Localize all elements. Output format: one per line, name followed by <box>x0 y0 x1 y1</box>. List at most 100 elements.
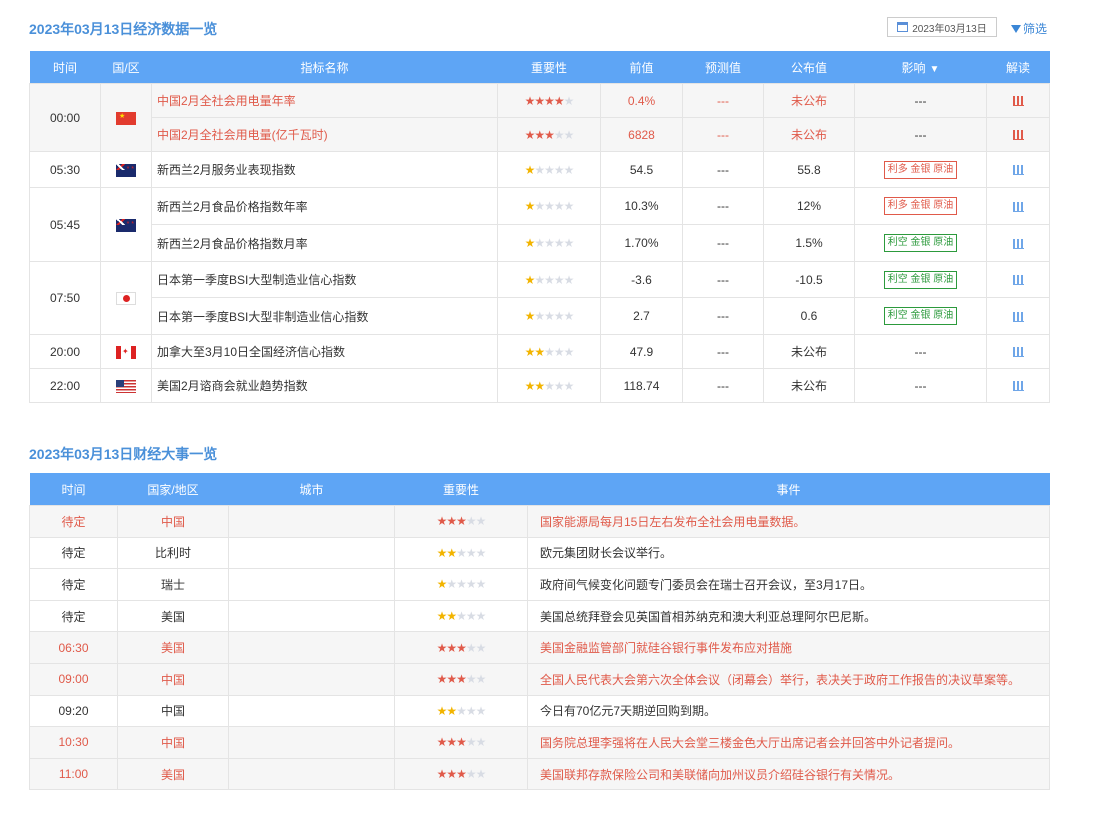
star-icon: ★ <box>475 514 487 529</box>
star-icon: ★ <box>534 162 545 177</box>
impact: 利空 金银 原油 <box>854 261 987 298</box>
star-icon: ★ <box>563 93 575 108</box>
forecast-value: --- <box>682 297 764 335</box>
event-row: 09:00 中国 ★★★★★ 全国人民代表大会第六次全体会议（闭幕会）举行，表决关于政… <box>29 662 1050 696</box>
analysis-cell[interactable] <box>986 151 1050 188</box>
bar-chart-icon[interactable] <box>1012 130 1024 141</box>
col-region: 国/区 <box>100 51 152 84</box>
event-row: 待定 瑞士 ★★★★★ 政府间气候变化问题专门委员会在瑞士召开会议，至3月17日。 <box>29 568 1050 601</box>
star-icon: ★ <box>475 545 487 560</box>
prev-value: 54.5 <box>600 151 683 188</box>
star-icon: ★ <box>544 309 555 323</box>
indicator-name[interactable]: 中国2月全社会用电量(亿千瓦时) <box>151 117 498 152</box>
event-country: 中国 <box>117 662 229 696</box>
bar-chart-icon[interactable] <box>1012 165 1024 176</box>
ca-flag-icon <box>116 345 136 359</box>
importance-stars: ★★★★★ <box>524 378 575 393</box>
indicator-name[interactable]: 新西兰2月服务业表现指数 <box>151 151 498 188</box>
events-table: 时间 国家/地区 城市 重要性 事件 待定 中国 ★★★★★ 国家能源局每月15日左右… <box>29 473 1050 791</box>
star-icon: ★ <box>436 767 448 782</box>
date-value: 2023年03月13日 <box>912 23 987 35</box>
col-impact-label: 影响 <box>901 60 926 75</box>
indicator-name[interactable]: 新西兰2月食品价格指数年率 <box>151 187 498 225</box>
indicator-name[interactable]: 加拿大至3月10日全国经济信心指数 <box>151 334 498 369</box>
star-icon: ★ <box>436 703 448 718</box>
col-name: 指标名称 <box>151 51 498 84</box>
analysis-cell[interactable] <box>986 334 1050 369</box>
star-icon: ★ <box>446 577 457 592</box>
star-icon: ★ <box>465 703 477 718</box>
bar-chart-icon[interactable] <box>1012 201 1024 212</box>
event-country: 中国 <box>117 505 229 538</box>
actual-value: 55.8 <box>763 151 855 188</box>
indicator-name[interactable]: 日本第一季度BSI大型制造业信心指数 <box>151 261 498 298</box>
star-icon: ★ <box>524 344 536 359</box>
forecast-value: --- <box>682 224 764 262</box>
event-country: 美国 <box>117 757 229 791</box>
bar-chart-icon[interactable] <box>1012 381 1024 392</box>
event-row: 待定 中国 ★★★★★ 国家能源局每月15日左右发布全社会用电量数据。 <box>29 505 1050 538</box>
importance-stars: ★★★★★ <box>525 127 575 142</box>
star-icon: ★ <box>534 344 545 359</box>
star-icon: ★ <box>446 514 457 529</box>
star-icon: ★ <box>446 767 457 782</box>
importance: ★★★★★ <box>497 187 601 225</box>
importance-stars: ★★★★★ <box>525 162 575 177</box>
econ-row: 07:50 日本第一季度BSI大型制造业信心指数 ★★★★★ -3.6 --- -10.5… <box>29 261 1050 335</box>
analysis-cell[interactable] <box>986 224 1050 262</box>
col-actual: 公布值 <box>763 51 855 84</box>
indicator-name[interactable]: 新西兰2月食品价格指数月率 <box>151 224 498 262</box>
bar-chart-icon[interactable] <box>1012 311 1024 322</box>
actual-value: 未公布 <box>763 83 855 118</box>
star-icon: ★ <box>465 735 477 750</box>
analysis-cell[interactable] <box>986 83 1050 118</box>
star-icon: ★ <box>436 577 448 592</box>
event-country: 中国 <box>117 726 229 759</box>
region-flag-cell <box>100 187 152 262</box>
star-icon: ★ <box>553 272 565 287</box>
importance-stars: ★★★★★ <box>437 609 487 623</box>
importance-stars: ★★★★★ <box>437 545 487 560</box>
star-icon: ★ <box>553 199 565 213</box>
col-time: 时间 <box>29 473 118 506</box>
event-row: 待定 比利时 ★★★★★ 欧元集团财长会议举行。 <box>29 536 1050 570</box>
star-icon: ★ <box>534 127 545 142</box>
actual-value: 未公布 <box>763 334 855 369</box>
star-icon: ★ <box>524 378 536 393</box>
impact: 利空 金银 原油 <box>854 224 987 262</box>
star-icon: ★ <box>446 640 457 655</box>
star-icon: ★ <box>563 344 575 359</box>
star-icon: ★ <box>563 127 575 142</box>
event-city <box>228 757 395 791</box>
star-icon: ★ <box>475 767 487 782</box>
star-icon: ★ <box>524 309 536 323</box>
star-icon: ★ <box>446 672 457 687</box>
analysis-cell[interactable] <box>986 368 1050 403</box>
analysis-cell[interactable] <box>986 261 1050 298</box>
importance: ★★★★★ <box>394 662 528 696</box>
bar-chart-icon[interactable] <box>1012 275 1024 286</box>
indicator-name[interactable]: 美国2月谘商会就业趋势指数 <box>151 368 498 403</box>
analysis-cell[interactable] <box>986 117 1050 152</box>
event-time: 待定 <box>29 599 118 633</box>
impact-tag: 利多 金银 原油 <box>883 160 958 179</box>
indicator-name[interactable]: 中国2月全社会用电量年率 <box>151 83 498 118</box>
col-impact[interactable]: 影响 ▼ <box>854 51 987 84</box>
bar-chart-icon[interactable] <box>1012 238 1024 249</box>
importance: ★★★★★ <box>497 368 601 403</box>
impact: 利多 金银 原油 <box>854 151 987 188</box>
bar-chart-icon[interactable] <box>1012 347 1024 358</box>
filter-button[interactable]: 筛选 <box>1011 20 1047 37</box>
nz-flag-icon <box>116 218 136 232</box>
indicator-name[interactable]: 日本第一季度BSI大型非制造业信心指数 <box>151 297 498 335</box>
econ-time: 05:45 <box>29 187 101 262</box>
impact: --- <box>854 83 987 118</box>
actual-value: 未公布 <box>763 117 855 152</box>
cn-flag-icon <box>116 111 136 125</box>
analysis-cell[interactable] <box>986 297 1050 335</box>
date-picker[interactable]: 2023年03月13日 <box>887 17 997 37</box>
analysis-cell[interactable] <box>986 187 1050 225</box>
event-description: 国务院总理李强将在人民大会堂三楼金色大厅出席记者会并回答中外记者提问。 <box>527 726 1050 759</box>
importance: ★★★★★ <box>394 568 528 601</box>
bar-chart-icon[interactable] <box>1012 96 1024 107</box>
